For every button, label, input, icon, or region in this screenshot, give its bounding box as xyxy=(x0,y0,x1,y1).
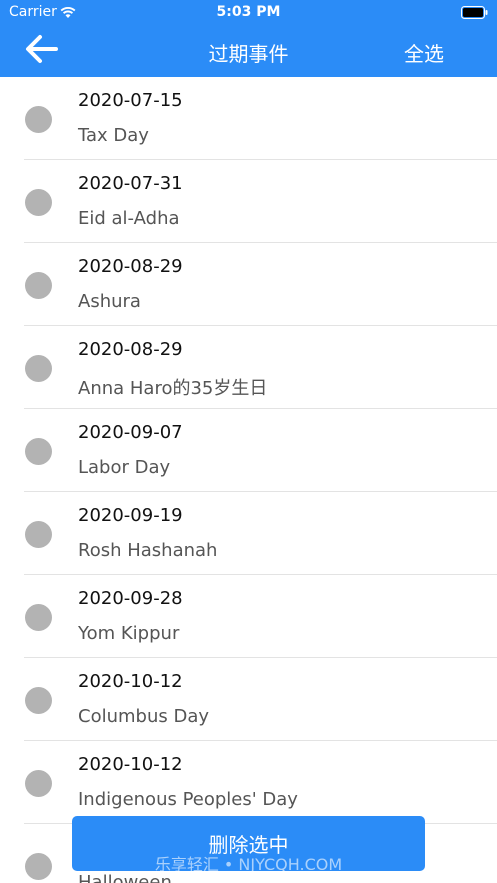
select-all-button[interactable]: 全选 xyxy=(404,38,444,67)
select-radio-icon[interactable] xyxy=(25,853,52,880)
event-list-item[interactable]: 2020-09-28 Yom Kippur xyxy=(0,575,497,658)
event-name: Yom Kippur xyxy=(78,623,180,644)
select-radio-icon[interactable] xyxy=(25,272,52,299)
event-name: Rosh Hashanah xyxy=(78,540,218,561)
expired-events-screen: Carrier 5:03 PM 过期事件 全选 2020-07-15 Tax D… xyxy=(0,0,497,883)
select-radio-icon[interactable] xyxy=(25,355,52,382)
event-list-item[interactable]: 2020-10-12 Indigenous Peoples' Day xyxy=(0,741,497,824)
select-radio-icon[interactable] xyxy=(25,604,52,631)
select-radio-icon[interactable] xyxy=(25,106,52,133)
event-name: Tax Day xyxy=(78,125,149,146)
event-list-item[interactable]: 2020-07-31 Eid al-Adha xyxy=(0,160,497,243)
event-date: 2020-09-28 xyxy=(78,588,183,609)
status-time: 5:03 PM xyxy=(216,4,281,20)
battery-icon xyxy=(461,6,488,19)
select-radio-icon[interactable] xyxy=(25,770,52,797)
event-date: 2020-10-12 xyxy=(78,754,183,775)
event-name: Ashura xyxy=(78,291,141,312)
event-name: Halloween xyxy=(78,872,172,883)
select-radio-icon[interactable] xyxy=(25,687,52,714)
event-date: 2020-09-19 xyxy=(78,505,183,526)
event-list-item[interactable]: 2020-08-29 Ashura xyxy=(0,243,497,326)
event-date: 2020-07-31 xyxy=(78,173,183,194)
event-date: 2020-10-12 xyxy=(78,671,183,692)
delete-selected-button[interactable]: 删除选中 xyxy=(72,816,425,871)
event-list: 2020-07-15 Tax Day 2020-07-31 Eid al-Adha 20… xyxy=(0,77,497,883)
event-list-item[interactable]: 2020-10-12 Columbus Day xyxy=(0,658,497,741)
event-list-item[interactable]: 2020-07-15 Tax Day xyxy=(0,77,497,160)
event-name: Labor Day xyxy=(78,457,171,478)
select-radio-icon[interactable] xyxy=(25,189,52,216)
header: Carrier 5:03 PM 过期事件 全选 xyxy=(0,0,497,77)
event-name: Anna Haro的35岁生日 xyxy=(78,378,268,399)
select-radio-icon[interactable] xyxy=(25,521,52,548)
select-radio-icon[interactable] xyxy=(25,438,52,465)
event-name: Columbus Day xyxy=(78,706,210,727)
event-date: 2020-08-29 xyxy=(78,256,183,277)
event-date: 2020-09-07 xyxy=(78,422,183,443)
navigation-bar: 过期事件 全选 xyxy=(0,26,497,77)
event-name: Indigenous Peoples' Day xyxy=(78,789,298,810)
event-list-item[interactable]: 2020-09-07 Labor Day xyxy=(0,409,497,492)
event-list-item[interactable]: 2020-08-29 Anna Haro的35岁生日 xyxy=(0,326,497,409)
status-bar: Carrier 5:03 PM xyxy=(0,0,497,26)
event-name: Eid al-Adha xyxy=(78,208,180,229)
event-date: 2020-08-29 xyxy=(78,339,183,360)
event-list-item[interactable]: 2020-09-19 Rosh Hashanah xyxy=(0,492,497,575)
event-date: 2020-07-15 xyxy=(78,90,183,111)
